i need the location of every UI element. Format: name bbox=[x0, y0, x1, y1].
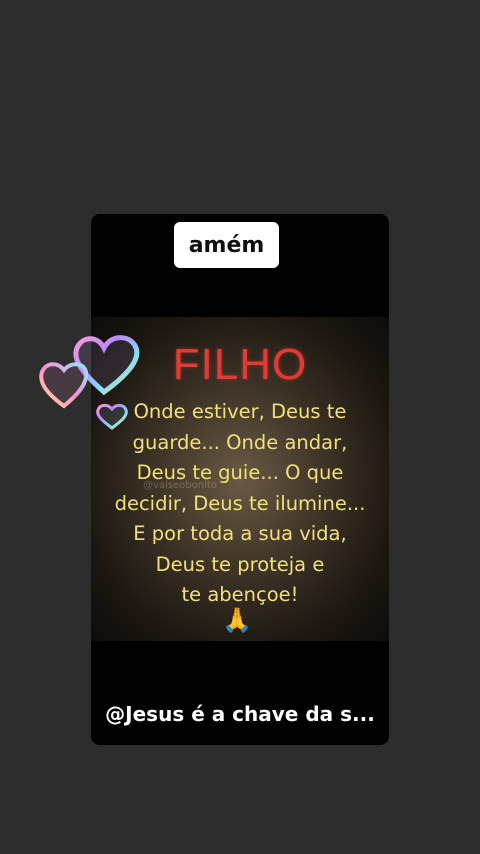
message-line: decidir, Deus te ilumine... bbox=[114, 491, 366, 515]
story-caption-link[interactable]: @Jesus é a chave da s... bbox=[91, 702, 389, 726]
message-line: E por toda a sua vida, bbox=[133, 522, 347, 545]
message-line: Deus te guie... O que bbox=[136, 461, 344, 484]
message-line: Deus te proteja e bbox=[155, 552, 325, 576]
praying-hands-icon: 🙏 bbox=[222, 607, 252, 634]
hearts-sticker-icon[interactable] bbox=[34, 330, 156, 435]
amem-sticker[interactable]: amém bbox=[174, 222, 279, 268]
